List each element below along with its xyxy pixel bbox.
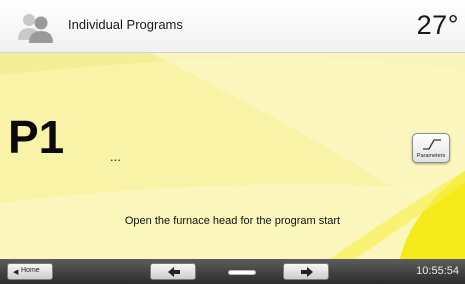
home-button[interactable]: ◀ Home — [7, 263, 53, 280]
parameters-button[interactable]: Parameters — [412, 133, 450, 163]
status-message: Open the furnace head for the program st… — [124, 215, 341, 227]
page-title: Individual Programs — [68, 17, 183, 32]
home-label: Home — [21, 267, 40, 274]
background-swoosh — [0, 53, 465, 259]
header: Individual Programs 27° — [0, 0, 465, 53]
user-icon[interactable] — [16, 10, 56, 44]
temperature-readout: 27° — [416, 10, 459, 40]
program-name: ... — [110, 149, 121, 164]
next-button[interactable] — [283, 263, 329, 280]
clock: 10:55:54 — [416, 265, 459, 277]
program-panel: P1 ... Parameters Open the furnace head … — [0, 53, 465, 259]
arrow-right-icon — [301, 267, 313, 277]
temperature-curve-icon — [423, 139, 441, 150]
program-number: P1 — [8, 111, 65, 163]
parameters-label: Parameters — [416, 153, 446, 159]
furnace-screen: Individual Programs 27° P1 ... Parameter… — [0, 0, 465, 284]
page-indicator-icon — [228, 270, 256, 275]
previous-button[interactable] — [150, 263, 196, 280]
home-arrow-icon: ◀ — [13, 269, 19, 276]
arrow-left-icon — [168, 267, 180, 277]
